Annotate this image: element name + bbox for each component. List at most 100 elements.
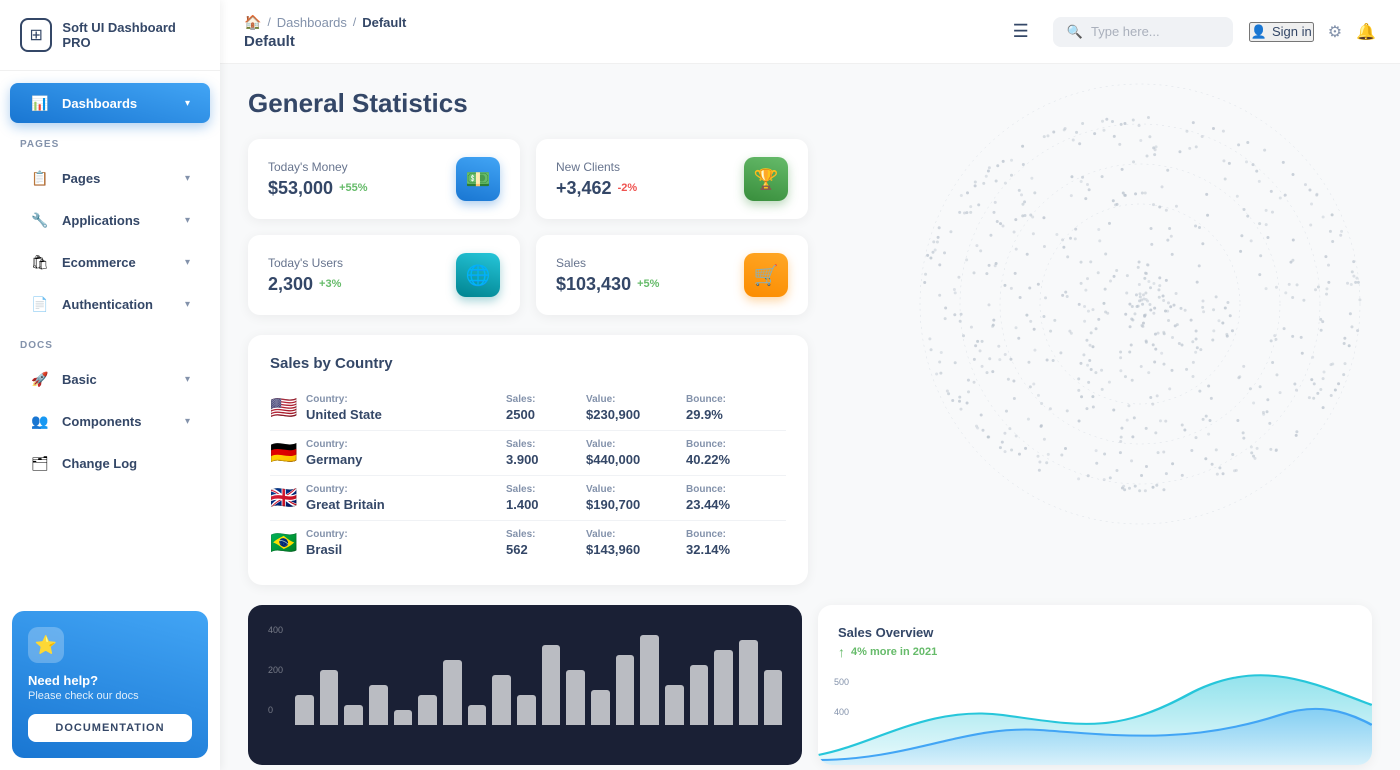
sidebar-item-label: Components	[62, 414, 141, 429]
sidebar-item-applications[interactable]: 🔧 Applications ▾	[10, 200, 210, 240]
pages-section-label: PAGES	[0, 125, 220, 156]
logo-icon: ⊞	[20, 18, 52, 52]
help-title: Need help?	[28, 673, 192, 688]
sidebar-item-label: Authentication	[62, 297, 153, 312]
user-icon: 👤	[1251, 24, 1267, 40]
bell-icon[interactable]: 🔔	[1356, 22, 1376, 42]
stat-card-clients: New Clients +3,462 -2% 🏆	[536, 139, 808, 219]
stat-icon: 💵	[456, 157, 500, 201]
table-row: 🇬🇧 Country: Great Britain Sales: 1.400 V…	[270, 476, 786, 521]
bar	[739, 640, 758, 725]
sign-in-label: Sign in	[1272, 24, 1312, 39]
globe-decoration	[840, 64, 1400, 544]
stat-card-money: Today's Money $53,000 +55% 💵	[248, 139, 520, 219]
stats-grid: Today's Money $53,000 +55% 💵 New Clients…	[248, 139, 808, 315]
bounce-col: Bounce: 29.9%	[686, 394, 786, 422]
bar	[418, 695, 437, 725]
settings-icon[interactable]: ⚙	[1328, 22, 1342, 42]
sidebar-item-label: Applications	[62, 213, 140, 228]
topbar-actions: 👤 Sign in ⚙ 🔔	[1249, 22, 1376, 42]
stat-badge: +3%	[319, 278, 341, 290]
bar	[517, 695, 536, 725]
sidebar-item-ecommerce[interactable]: 🛍 Ecommerce ▾	[10, 242, 210, 282]
app-name: Soft UI Dashboard PRO	[62, 20, 200, 50]
line-chart	[818, 665, 1372, 765]
auth-icon: 📄	[30, 294, 50, 314]
breadcrumb: 🏠 / Dashboards / Default	[244, 14, 406, 31]
flag-icon: 🇩🇪	[270, 440, 306, 466]
sidebar-item-label: Change Log	[62, 456, 137, 471]
sales-col: Sales: 562	[506, 529, 586, 557]
bar	[492, 675, 511, 725]
basic-icon: 🚀	[30, 369, 50, 389]
docs-section-label: DOCS	[0, 326, 220, 357]
applications-icon: 🔧	[30, 210, 50, 230]
breadcrumb-sep: /	[267, 15, 270, 29]
stat-label: New Clients	[556, 160, 637, 174]
bar	[443, 660, 462, 725]
country-col: Country: Brasil	[306, 529, 506, 557]
sidebar-item-dashboards[interactable]: 📊 Dashboards ▾	[10, 83, 210, 123]
sidebar-item-changelog[interactable]: 🗂 Change Log	[10, 443, 210, 483]
sidebar-item-basic[interactable]: 🚀 Basic ▾	[10, 359, 210, 399]
stat-card-users: Today's Users 2,300 +3% 🌐	[248, 235, 520, 315]
sales-col: Sales: 2500	[506, 394, 586, 422]
sales-overview-badge: 4% more in 2021	[851, 646, 937, 658]
topbar-left: 🏠 / Dashboards / Default Default	[244, 14, 406, 50]
bounce-col: Bounce: 40.22%	[686, 439, 786, 467]
bar	[591, 690, 610, 725]
y-axis-label: 0	[268, 705, 283, 715]
bar	[714, 650, 733, 725]
table-row: 🇩🇪 Country: Germany Sales: 3.900 Value: …	[270, 431, 786, 476]
sidebar-item-pages[interactable]: 📋 Pages ▾	[10, 158, 210, 198]
stat-card-sales: Sales $103,430 +5% 🛒	[536, 235, 808, 315]
dashboards-icon: 📊	[30, 93, 50, 113]
chevron-down-icon: ▾	[185, 173, 190, 184]
sign-in-button[interactable]: 👤 Sign in	[1249, 22, 1314, 42]
sidebar-item-label: Dashboards	[62, 96, 137, 111]
bar	[566, 670, 585, 725]
bar	[344, 705, 363, 725]
chevron-down-icon: ▾	[185, 299, 190, 310]
stat-badge: -2%	[618, 182, 638, 194]
bar	[616, 655, 635, 725]
stat-icon: 🏆	[744, 157, 788, 201]
flag-icon: 🇺🇸	[270, 395, 306, 421]
country-col: Country: Great Britain	[306, 484, 506, 512]
chevron-down-icon: ▾	[185, 257, 190, 268]
bar-chart-card: 4002000	[248, 605, 802, 765]
sales-by-country-title: Sales by Country	[270, 355, 786, 372]
ecommerce-icon: 🛍	[30, 252, 50, 272]
search-box[interactable]: 🔍	[1053, 17, 1233, 47]
stat-label: Today's Money	[268, 160, 368, 174]
breadcrumb-dashboards[interactable]: Dashboards	[277, 15, 347, 30]
sidebar-item-label: Pages	[62, 171, 100, 186]
stat-label: Sales	[556, 256, 659, 270]
sales-col: Sales: 1.400	[506, 484, 586, 512]
table-row: 🇧🇷 Country: Brasil Sales: 562 Value: $14…	[270, 521, 786, 565]
search-input[interactable]	[1091, 24, 1211, 39]
app-logo: ⊞ Soft UI Dashboard PRO	[0, 0, 220, 71]
stat-value: $53,000 +55%	[268, 178, 368, 199]
stat-badge: +5%	[637, 278, 659, 290]
sidebar-item-authentication[interactable]: 📄 Authentication ▾	[10, 284, 210, 324]
bar-chart	[295, 635, 782, 725]
search-icon: 🔍	[1067, 24, 1083, 40]
sidebar-item-components[interactable]: 👥 Components ▾	[10, 401, 210, 441]
chevron-down-icon: ▾	[185, 98, 190, 109]
stat-value: 2,300 +3%	[268, 274, 343, 295]
sales-overview-card: Sales Overview ↑ 4% more in 2021 500 400	[818, 605, 1372, 765]
stat-value: $103,430 +5%	[556, 274, 659, 295]
changelog-icon: 🗂	[30, 453, 50, 473]
help-subtitle: Please check our docs	[28, 690, 192, 702]
stat-icon: 🌐	[456, 253, 500, 297]
documentation-button[interactable]: DOCUMENTATION	[28, 714, 192, 742]
bar	[665, 685, 684, 725]
value-col: Value: $190,700	[586, 484, 686, 512]
sidebar-nav: 📊 Dashboards ▾ PAGES 📋 Pages ▾ 🔧 Applica…	[0, 71, 220, 599]
bottom-charts: 4002000 Sales Overview ↑ 4% more in 2021…	[248, 605, 1372, 765]
help-card: ⭐ Need help? Please check our docs DOCUM…	[12, 611, 208, 758]
main-area: 🏠 / Dashboards / Default Default ☰ 🔍 👤 S…	[220, 0, 1400, 770]
chevron-down-icon: ▾	[185, 215, 190, 226]
menu-icon[interactable]: ☰	[1013, 21, 1029, 42]
